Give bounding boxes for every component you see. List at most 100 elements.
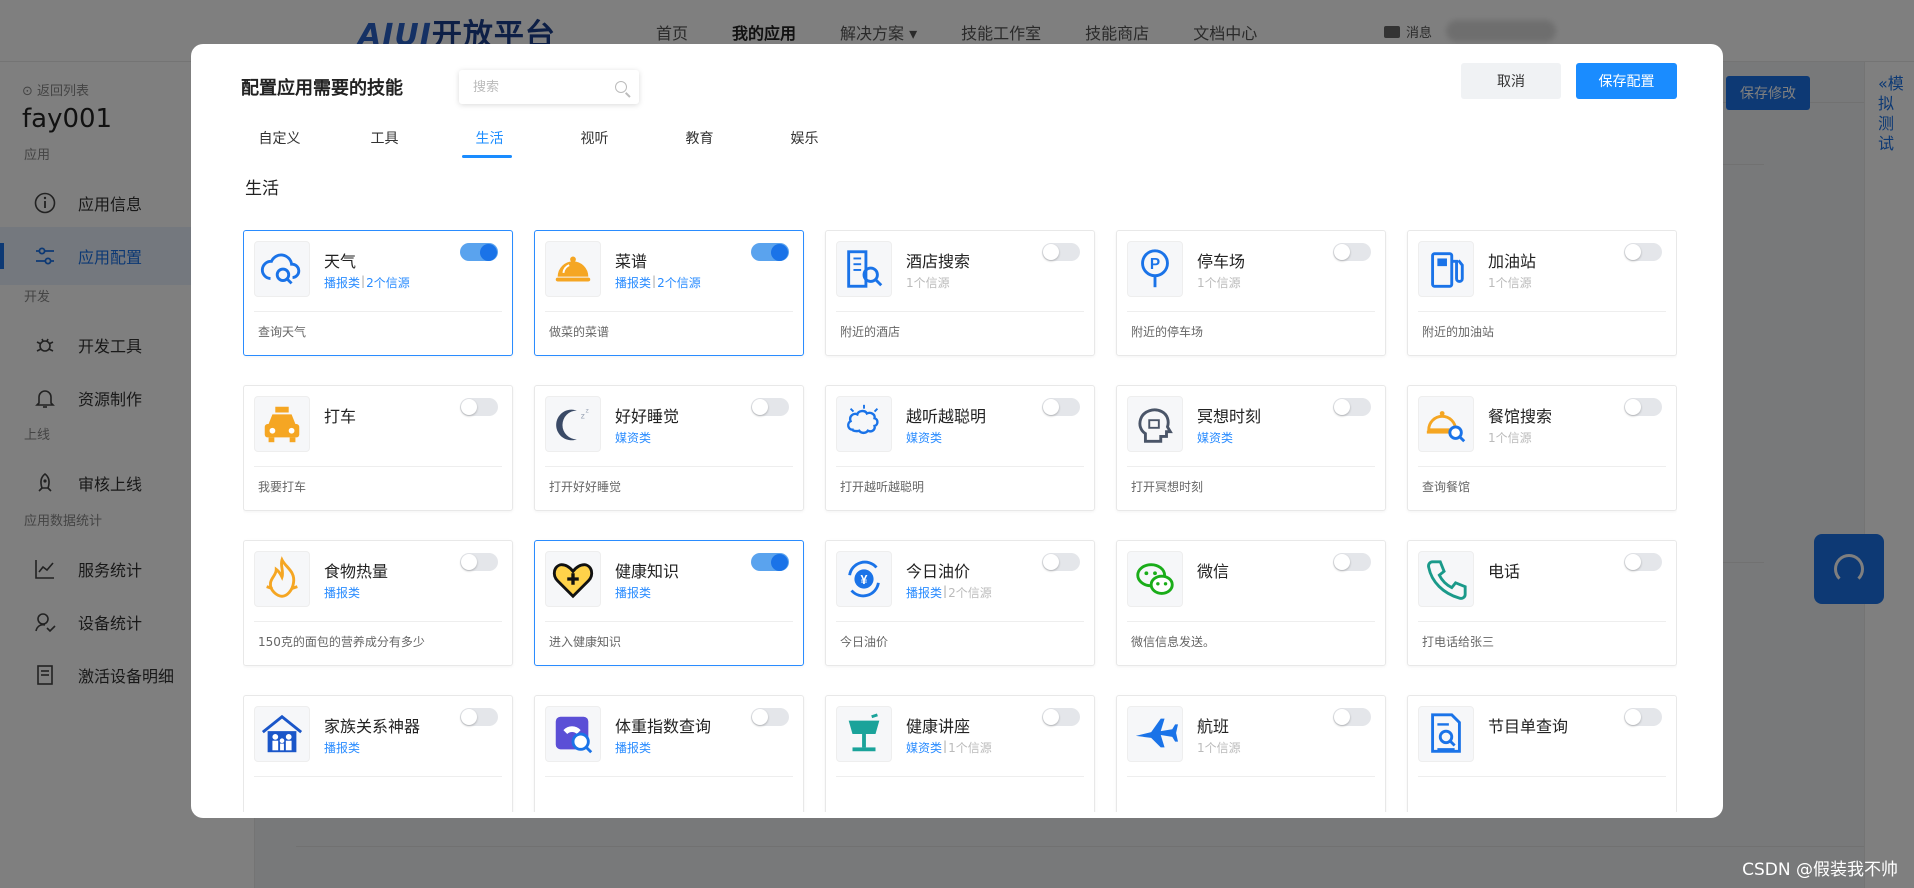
skill-card[interactable]: 越听越聪明 媒资类 打开越听越聪明 bbox=[825, 385, 1095, 511]
tag-separator: | bbox=[943, 584, 948, 598]
skill-enable-toggle[interactable] bbox=[460, 398, 498, 416]
skill-enable-toggle[interactable] bbox=[460, 708, 498, 726]
skill-enable-toggle[interactable] bbox=[1624, 398, 1662, 416]
skill-card[interactable]: 家族关系神器 播报类 bbox=[243, 695, 513, 812]
skill-description: 查询天气 bbox=[258, 325, 307, 339]
skill-tags: 媒资类 bbox=[615, 429, 651, 446]
skill-enable-toggle[interactable] bbox=[1333, 243, 1371, 261]
cloche-icon bbox=[545, 241, 601, 297]
tab-entertainment[interactable]: 娱乐 bbox=[752, 128, 857, 158]
skill-type-tag: 2个信源 bbox=[657, 276, 701, 290]
tab-audiovisual[interactable]: 视听 bbox=[542, 128, 647, 158]
skill-card[interactable]: 食物热量 播报类 150克的面包的营养成分有多少 bbox=[243, 540, 513, 666]
skill-card[interactable]: ¥ 今日油价 播报类 | 2个信源 今日油价 bbox=[825, 540, 1095, 666]
skill-enable-toggle[interactable] bbox=[1624, 243, 1662, 261]
source-count: 1个信源 bbox=[1488, 431, 1532, 445]
search-input[interactable] bbox=[459, 70, 639, 104]
skill-type-tag: 播报类 bbox=[615, 741, 652, 755]
skill-enable-toggle[interactable] bbox=[751, 553, 789, 571]
hotel-search-icon bbox=[836, 241, 892, 297]
card-divider bbox=[1127, 621, 1375, 622]
skill-enable-toggle[interactable] bbox=[1333, 708, 1371, 726]
toggle-knob bbox=[1334, 399, 1350, 415]
skill-type-tag: 播报类 bbox=[324, 276, 361, 290]
skill-card[interactable]: 节目单查询 bbox=[1407, 695, 1677, 812]
skill-description: 打开冥想时刻 bbox=[1131, 480, 1204, 494]
skill-card[interactable]: 冥想时刻媒资类打开冥想时刻 bbox=[1116, 385, 1386, 511]
skill-card[interactable]: 餐馆搜索 1个信源 查询餐馆 bbox=[1407, 385, 1677, 511]
heart-plus-icon bbox=[545, 551, 601, 607]
skill-tags: 1个信源 bbox=[906, 274, 950, 291]
tab-life[interactable]: 生活 bbox=[437, 128, 542, 158]
card-divider bbox=[1418, 466, 1666, 467]
skill-enable-toggle[interactable] bbox=[1333, 553, 1371, 571]
skill-card[interactable]: 打车 我要打车 bbox=[243, 385, 513, 511]
skill-type-tag: 播报类 bbox=[324, 586, 361, 600]
toggle-knob bbox=[1625, 709, 1641, 725]
skill-card[interactable]: 菜谱 播报类 | 2个信源 做菜的菜谱 bbox=[534, 230, 804, 356]
card-divider bbox=[1127, 776, 1375, 777]
skill-card[interactable]: 天气 播报类 | 2个信源 查询天气 bbox=[243, 230, 513, 356]
skill-card[interactable]: 加油站 1个信源 附近的加油站 bbox=[1407, 230, 1677, 356]
skill-enable-toggle[interactable] bbox=[1042, 708, 1080, 726]
toggle-knob bbox=[461, 399, 477, 415]
svg-text:P: P bbox=[1150, 256, 1160, 273]
document-search-icon bbox=[1418, 706, 1474, 762]
skill-name: 冥想时刻 bbox=[1197, 407, 1262, 426]
card-divider bbox=[254, 621, 502, 622]
skill-enable-toggle[interactable] bbox=[751, 243, 789, 261]
skill-tags: 媒资类 bbox=[1197, 429, 1233, 446]
skill-card[interactable]: 酒店搜索 1个信源 附近的酒店 bbox=[825, 230, 1095, 356]
skill-card[interactable]: z z 好好睡觉 媒资类 打开好好睡觉 bbox=[534, 385, 804, 511]
search-icon[interactable] bbox=[615, 81, 627, 93]
skill-enable-toggle[interactable] bbox=[460, 243, 498, 261]
section-title: 生活 bbox=[245, 179, 279, 199]
card-divider bbox=[545, 466, 793, 467]
toggle-knob bbox=[752, 709, 768, 725]
skill-enable-toggle[interactable] bbox=[1333, 398, 1371, 416]
save-config-button[interactable]: 保存配置 bbox=[1576, 63, 1677, 99]
skill-tags: 1个信源 bbox=[1197, 274, 1241, 291]
skill-name: 体重指数查询 bbox=[615, 717, 712, 736]
skill-enable-toggle[interactable] bbox=[460, 553, 498, 571]
source-count: 1个信源 bbox=[1197, 276, 1241, 290]
skill-card[interactable]: P 停车场 1个信源 附近的停车场 bbox=[1116, 230, 1386, 356]
skill-type-tag: 媒资类 bbox=[906, 741, 943, 755]
toggle-knob bbox=[480, 243, 497, 261]
skill-name: 加油站 bbox=[1488, 252, 1537, 271]
skill-tags: 媒资类 | 1个信源 bbox=[906, 739, 992, 756]
skill-type-tag: 播报类 bbox=[615, 276, 652, 290]
skill-enable-toggle[interactable] bbox=[751, 398, 789, 416]
skill-description: 附近的停车场 bbox=[1131, 325, 1204, 339]
skill-enable-toggle[interactable] bbox=[1042, 243, 1080, 261]
card-divider bbox=[836, 311, 1084, 312]
source-count: 1个信源 bbox=[1197, 741, 1241, 755]
skill-enable-toggle[interactable] bbox=[1042, 553, 1080, 571]
toggle-knob bbox=[1043, 399, 1059, 415]
skill-card[interactable]: 微信 微信信息发送。 bbox=[1116, 540, 1386, 666]
skill-card[interactable]: 电话 打电话给张三 bbox=[1407, 540, 1677, 666]
skill-card[interactable]: 健康讲座 媒资类 | 1个信源 bbox=[825, 695, 1095, 812]
skill-card[interactable]: 体重指数查询 播报类 bbox=[534, 695, 804, 812]
card-divider bbox=[1127, 466, 1375, 467]
skill-card[interactable]: 航班 1个信源 bbox=[1116, 695, 1386, 812]
cancel-button[interactable]: 取消 bbox=[1461, 63, 1561, 99]
toggle-knob bbox=[1043, 554, 1059, 570]
toggle-knob bbox=[1625, 399, 1641, 415]
skill-enable-toggle[interactable] bbox=[1624, 708, 1662, 726]
toggle-knob bbox=[1334, 709, 1350, 725]
tab-custom[interactable]: 自定义 bbox=[227, 128, 332, 158]
tab-tools[interactable]: 工具 bbox=[332, 128, 437, 158]
skill-enable-toggle[interactable] bbox=[1624, 553, 1662, 571]
source-count: 2个信源 bbox=[948, 586, 992, 600]
skill-name: 今日油价 bbox=[906, 562, 971, 581]
moon-sleep-icon: zz bbox=[545, 396, 601, 452]
skill-enable-toggle[interactable] bbox=[1042, 398, 1080, 416]
source-count: 1个信源 bbox=[1488, 276, 1532, 290]
tab-education[interactable]: 教育 bbox=[647, 128, 752, 158]
cloud-search-icon bbox=[254, 241, 310, 297]
skill-card[interactable]: 健康知识 播报类 进入健康知识 bbox=[534, 540, 804, 666]
skill-name: 越听越聪明 bbox=[906, 407, 987, 426]
skill-enable-toggle[interactable] bbox=[751, 708, 789, 726]
card-divider bbox=[836, 466, 1084, 467]
